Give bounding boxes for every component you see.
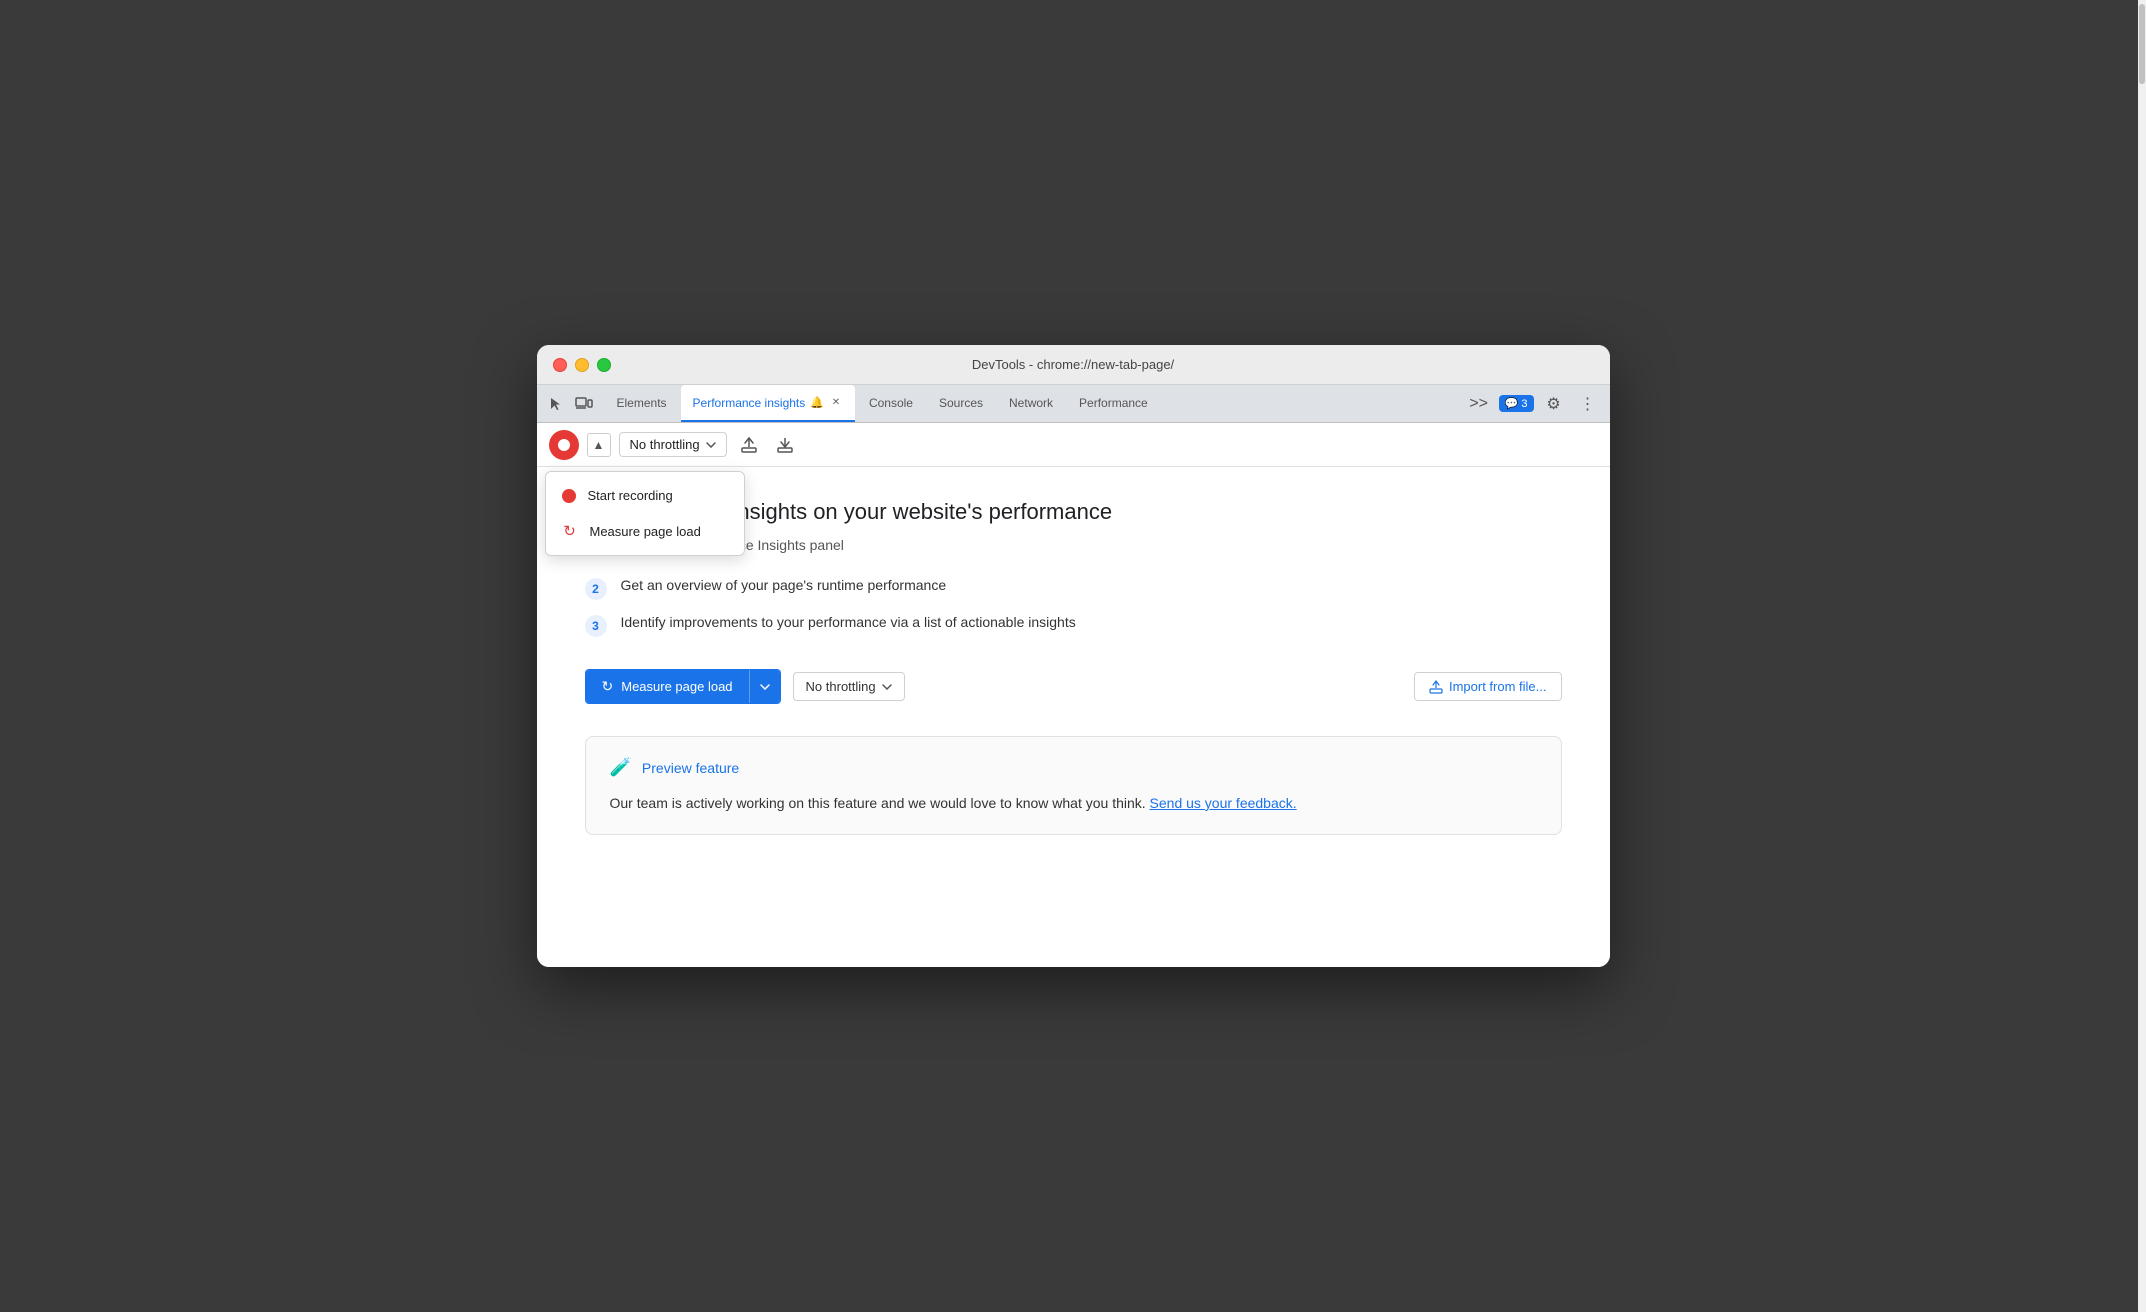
- more-tabs-btn[interactable]: >>: [1465, 390, 1493, 418]
- more-options-icon[interactable]: ⋮: [1574, 390, 1602, 418]
- start-recording-item[interactable]: Start recording: [546, 478, 744, 513]
- expand-dropdown-button[interactable]: ▲: [587, 433, 611, 457]
- maximize-button[interactable]: [597, 358, 611, 372]
- step-number-3: 3: [585, 615, 607, 637]
- tab-elements[interactable]: Elements: [605, 385, 679, 422]
- export-icon[interactable]: [735, 431, 763, 459]
- step-item-2: 2 Get an overview of your page's runtime…: [585, 577, 1562, 600]
- preview-feature-box: 🧪 Preview feature Our team is actively w…: [585, 736, 1562, 835]
- traffic-lights: [553, 358, 611, 372]
- step-item-3: 3 Identify improvements to your performa…: [585, 614, 1562, 637]
- import-icon[interactable]: [771, 431, 799, 459]
- chevron-down-icon: [706, 442, 716, 448]
- flask-icon: 🧪: [610, 757, 632, 778]
- tab-console[interactable]: Console: [857, 385, 925, 422]
- tab-close-icon[interactable]: ✕: [829, 396, 843, 410]
- tab-sources[interactable]: Sources: [927, 385, 995, 422]
- throttle-chevron-icon: [882, 684, 892, 690]
- minimize-button[interactable]: [575, 358, 589, 372]
- actions-row: ↻ Measure page load No throttling: [585, 669, 1562, 704]
- measure-page-load-item[interactable]: ↻ Measure page load: [546, 513, 744, 549]
- tab-network[interactable]: Network: [997, 385, 1065, 422]
- upload-icon: [1429, 680, 1443, 694]
- tab-performance[interactable]: Performance: [1067, 385, 1160, 422]
- dropdown-arrow-icon: [760, 684, 770, 690]
- record-button[interactable]: [549, 430, 579, 460]
- devtools-window: DevTools - chrome://new-tab-page/ Elemen…: [537, 345, 1610, 967]
- main-throttle-selector[interactable]: No throttling: [793, 672, 905, 701]
- record-dot-icon: [562, 489, 576, 503]
- feedback-badge[interactable]: 💬 3: [1499, 395, 1534, 412]
- steps-list: 2 Get an overview of your page's runtime…: [585, 577, 1562, 637]
- tab-performance-insights[interactable]: Performance insights 🔔 ✕: [681, 385, 855, 422]
- tab-bar: Elements Performance insights 🔔 ✕ Consol…: [537, 385, 1610, 423]
- device-icon[interactable]: [573, 393, 595, 415]
- feedback-link[interactable]: Send us your feedback.: [1150, 795, 1297, 811]
- throttle-selector[interactable]: No throttling: [619, 432, 727, 457]
- import-from-file-button[interactable]: Import from file...: [1414, 672, 1562, 701]
- measure-dropdown-arrow[interactable]: [749, 670, 780, 703]
- measure-btn-group: ↻ Measure page load: [585, 669, 781, 704]
- measure-page-load-button[interactable]: ↻ Measure page load: [586, 670, 749, 703]
- step-number-2: 2: [585, 578, 607, 600]
- record-button-inner: [558, 439, 570, 451]
- close-button[interactable]: [553, 358, 567, 372]
- title-bar: DevTools - chrome://new-tab-page/: [537, 345, 1610, 385]
- tab-bar-left-icons: [545, 385, 595, 422]
- reload-icon: ↻: [562, 523, 578, 539]
- dropdown-menu: Start recording ↻ Measure page load: [545, 471, 745, 556]
- tab-bar-right: >> 💬 3 ⚙ ⋮: [1465, 385, 1602, 422]
- cursor-icon[interactable]: [545, 393, 567, 415]
- preview-feature-description: Our team is actively working on this fea…: [610, 792, 1537, 814]
- settings-icon[interactable]: ⚙: [1540, 390, 1568, 418]
- toolbar: ▲ No throttling: [537, 423, 1610, 467]
- preview-feature-header: 🧪 Preview feature: [610, 757, 1537, 778]
- window-title: DevTools - chrome://new-tab-page/: [972, 357, 1174, 372]
